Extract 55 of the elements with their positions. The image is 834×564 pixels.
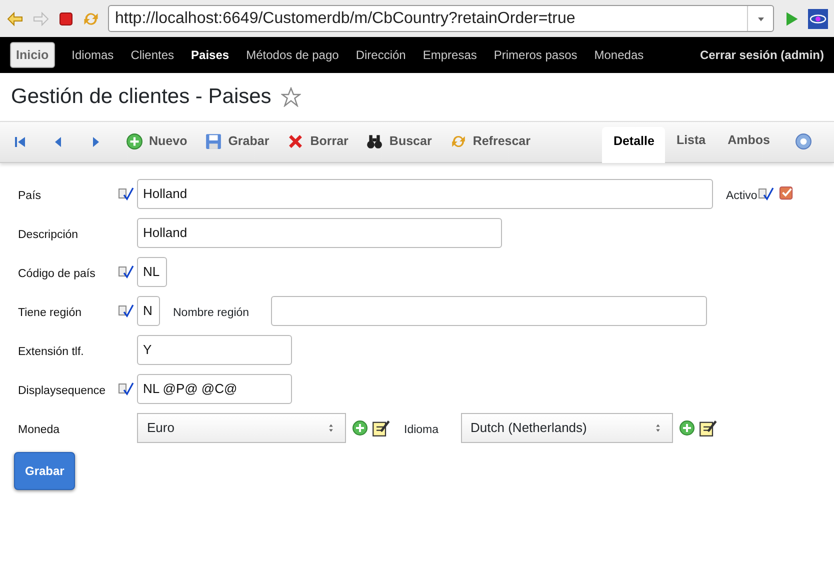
- save-button[interactable]: Grabar: [14, 452, 76, 490]
- field-label: Descripción: [18, 228, 80, 243]
- edit-icon[interactable]: [698, 418, 717, 436]
- select-field[interactable]: Dutch (Netherlands): [460, 412, 673, 442]
- toolbar-button[interactable]: Nuevo: [126, 132, 188, 151]
- extension-icon[interactable]: [808, 8, 828, 28]
- text-field[interactable]: Holland: [137, 178, 713, 208]
- page-title: Gestión de clientes - Paises: [11, 84, 272, 110]
- text-field[interactable]: Holland: [137, 218, 502, 248]
- view-tab[interactable]: Lista: [665, 126, 717, 162]
- url-field[interactable]: http://localhost:6649/Customerdb/m/CbCountry?retainOrder=true: [108, 5, 774, 32]
- field-label: Código de país: [18, 266, 96, 282]
- nav-link[interactable]: Paises: [191, 46, 230, 64]
- nav-link[interactable]: Empresas: [422, 46, 477, 64]
- field-label: Nombre región: [173, 306, 250, 321]
- binoculars-icon: [366, 133, 384, 150]
- field-label: Idioma: [404, 422, 439, 438]
- field-label: Extensión tlf.: [18, 344, 85, 360]
- field-label: País: [18, 188, 42, 204]
- add-icon[interactable]: [678, 420, 695, 436]
- save-icon: [205, 133, 222, 150]
- logout-link[interactable]: Cerrar sesión (admin): [700, 46, 824, 64]
- nav-link[interactable]: Primeros pasos: [494, 46, 578, 64]
- stop-icon[interactable]: [58, 10, 74, 26]
- toolbar-button[interactable]: Grabar: [205, 132, 270, 151]
- add-icon[interactable]: [352, 420, 368, 436]
- edit-icon[interactable]: [372, 418, 390, 436]
- add-icon: [126, 133, 143, 150]
- field-label: Tiene región: [18, 306, 83, 321]
- toolbar-button[interactable]: Refrescar: [450, 132, 530, 151]
- nav-link[interactable]: Monedas: [594, 46, 644, 64]
- back-arrow-icon: [6, 10, 24, 26]
- nav-link[interactable]: Idiomas: [72, 46, 114, 64]
- nav-link[interactable]: Métodos de pago: [246, 46, 339, 64]
- help-icon[interactable]: [795, 133, 812, 150]
- delete-icon: [287, 133, 304, 150]
- view-tab[interactable]: Detalle: [602, 126, 666, 162]
- checkbox[interactable]: [779, 186, 794, 201]
- refresh-icon: [450, 133, 467, 150]
- text-field[interactable]: NL @P@ @C@: [137, 374, 292, 404]
- nav-link[interactable]: Dirección: [356, 46, 406, 64]
- view-tab[interactable]: Ambos: [716, 126, 781, 162]
- text-field[interactable]: N: [137, 296, 160, 326]
- field-label: Moneda: [18, 422, 61, 438]
- text-field[interactable]: Y: [137, 334, 292, 364]
- text-field[interactable]: NL: [137, 256, 167, 286]
- field-label: Displaysequence: [18, 384, 107, 399]
- star-icon[interactable]: [281, 86, 302, 107]
- text-field[interactable]: [271, 296, 708, 326]
- toolbar-button[interactable]: Buscar: [366, 132, 432, 151]
- field-label: Activo: [726, 188, 758, 204]
- home-button[interactable]: Inicio: [10, 42, 55, 68]
- nav-link[interactable]: Clientes: [130, 46, 174, 64]
- select-field[interactable]: Euro: [137, 412, 346, 442]
- toolbar-button[interactable]: Borrar: [287, 132, 348, 151]
